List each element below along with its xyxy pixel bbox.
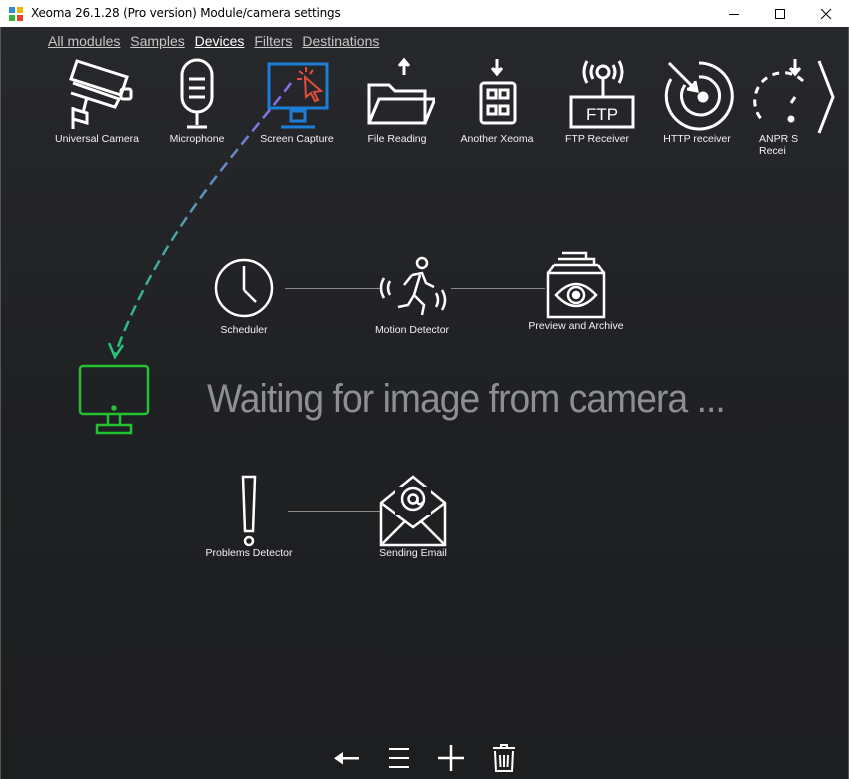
module-file-reading[interactable]: File Reading <box>352 57 442 145</box>
email-envelope-icon <box>379 475 447 547</box>
maximize-button[interactable] <box>757 0 803 27</box>
module-anpr[interactable]: ANPR S Recei <box>741 57 821 157</box>
clock-icon <box>214 258 274 318</box>
module-another-xeoma[interactable]: Another Xeoma <box>452 57 542 145</box>
module-label: File Reading <box>367 133 427 145</box>
module-settings-canvas: All modules Samples Devices Filters Dest… <box>0 27 849 779</box>
delete-button[interactable] <box>486 740 522 776</box>
window-title: Xeoma 26.1.28 (Pro version) Module/camer… <box>31 6 341 20</box>
node-label: Motion Detector <box>374 324 450 336</box>
minimize-button[interactable] <box>711 0 757 27</box>
module-label: ANPR S Recei <box>759 133 799 157</box>
tab-devices[interactable]: Devices <box>195 33 245 49</box>
module-label: Another Xeoma <box>460 133 534 145</box>
node-preview-archive[interactable]: Preview and Archive <box>526 249 626 332</box>
folder-upload-icon <box>367 57 435 125</box>
module-http-receiver[interactable]: HTTP receiver <box>652 57 742 145</box>
module-label: HTTP receiver <box>663 133 731 145</box>
http-receiver-icon <box>664 61 734 131</box>
back-button[interactable] <box>328 740 364 776</box>
running-man-icon <box>379 256 447 316</box>
node-label: Sending Email <box>379 547 447 559</box>
dropped-screen-module-icon[interactable] <box>77 363 153 437</box>
close-icon <box>820 8 832 19</box>
module-ftp-receiver[interactable]: FTP FTP Receiver <box>552 57 642 145</box>
category-tabs: All modules Samples Devices Filters Dest… <box>48 33 385 49</box>
node-scheduler[interactable]: Scheduler <box>194 253 294 336</box>
palette-next-button[interactable] <box>815 59 837 140</box>
ftp-receiver-icon: FTP <box>569 60 635 129</box>
tab-destinations[interactable]: Destinations <box>302 33 379 49</box>
menu-icon <box>389 748 409 768</box>
node-label: Preview and Archive <box>528 320 624 332</box>
node-problems-detector[interactable]: Problems Detector <box>199 473 299 559</box>
waiting-status-text: Waiting for image from camera ... <box>207 377 726 421</box>
minimize-icon <box>729 13 739 15</box>
tab-all-modules[interactable]: All modules <box>48 33 120 49</box>
trash-icon <box>493 744 515 772</box>
anpr-icon <box>753 59 805 123</box>
node-sending-email[interactable]: Sending Email <box>363 473 463 559</box>
title-bar: Xeoma 26.1.28 (Pro version) Module/camer… <box>0 0 849 27</box>
xeoma-app-icon <box>9 7 23 21</box>
maximize-icon <box>775 8 785 19</box>
archive-eye-icon <box>546 251 606 319</box>
node-motion-detector[interactable]: Motion Detector <box>362 253 462 336</box>
exclamation-icon <box>241 475 257 547</box>
module-label: FTP Receiver <box>565 133 629 145</box>
close-button[interactable] <box>803 0 849 27</box>
back-arrow-icon <box>334 752 359 765</box>
svg-text:FTP: FTP <box>586 105 618 124</box>
menu-button[interactable] <box>381 740 417 776</box>
tab-samples[interactable]: Samples <box>130 33 184 49</box>
another-xeoma-icon <box>479 59 517 125</box>
node-label: Scheduler <box>220 324 268 336</box>
chevron-right-icon <box>817 60 835 134</box>
add-button[interactable] <box>433 740 469 776</box>
node-label: Problems Detector <box>205 547 293 559</box>
tab-filters[interactable]: Filters <box>254 33 292 49</box>
add-icon <box>438 745 464 771</box>
